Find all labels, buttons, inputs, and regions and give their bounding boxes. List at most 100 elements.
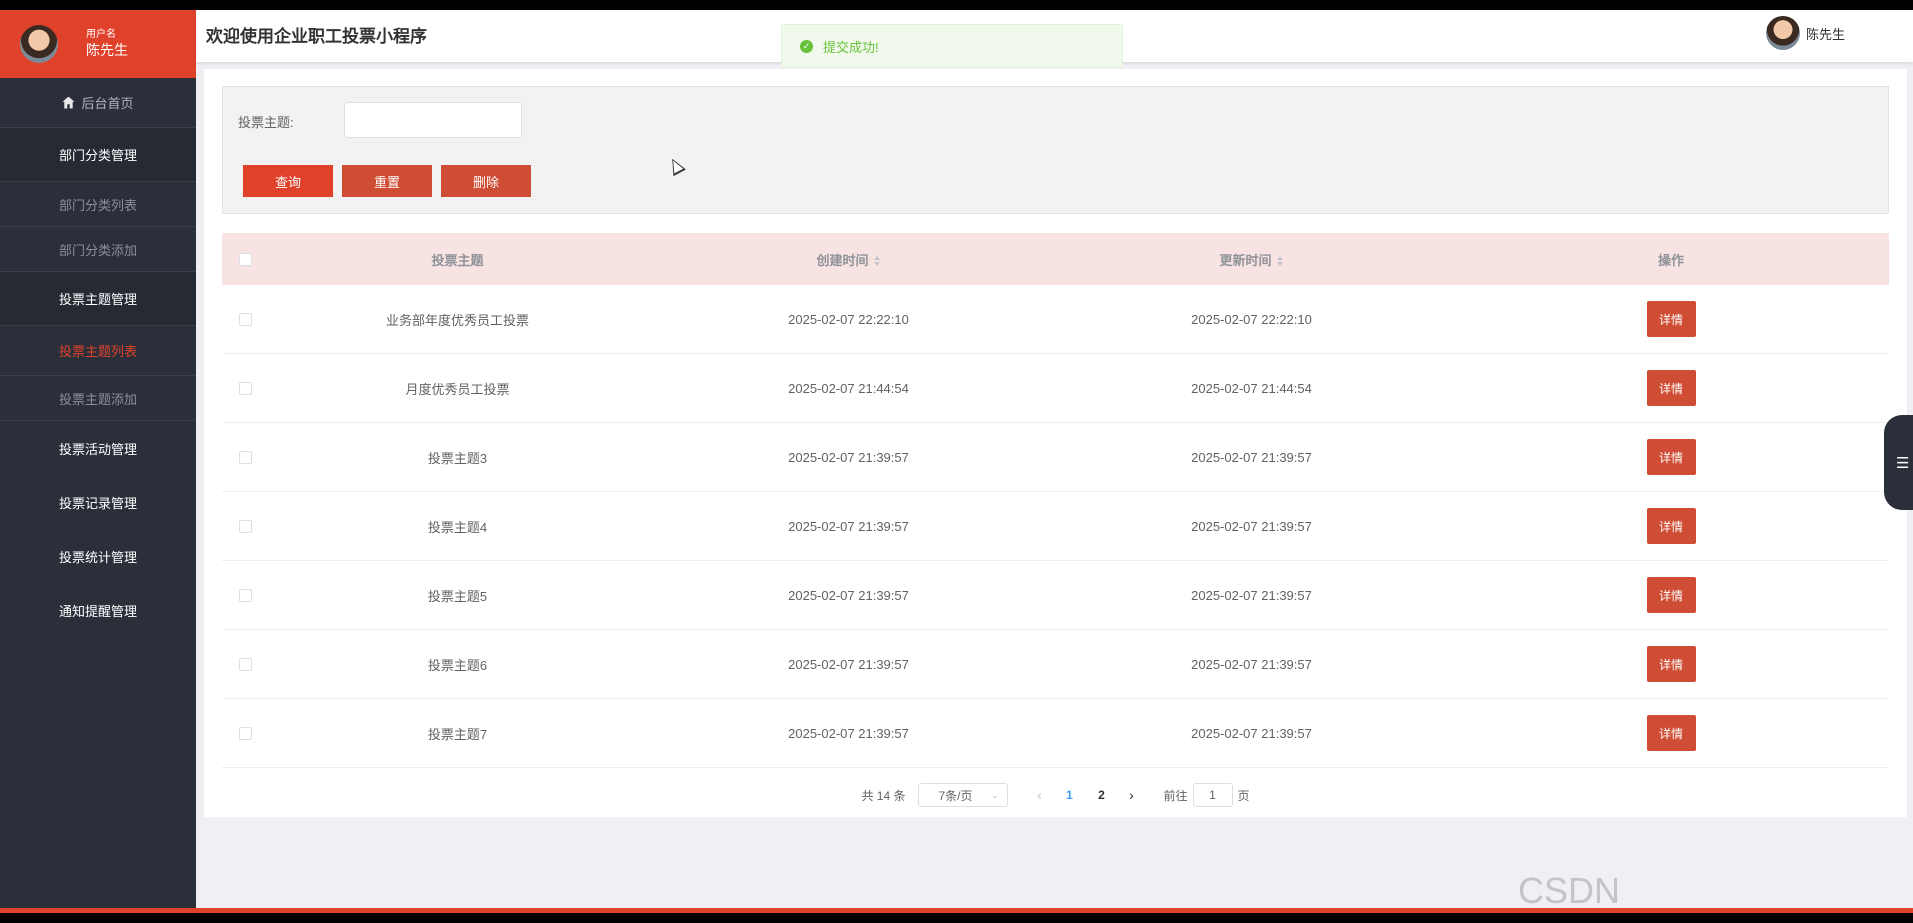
sidebar-item-vote-topic-mgmt[interactable]: 投票主题管理 — [0, 272, 196, 326]
sidebar-item-dept-category-list[interactable]: 部门分类列表 — [0, 182, 196, 227]
detail-button[interactable]: 详情 — [1646, 301, 1696, 337]
cell-created: 2025-02-07 21:39:57 — [788, 587, 909, 603]
cell-action: 详情 — [1453, 508, 1889, 544]
cell-action: 详情 — [1453, 577, 1889, 613]
goto-prefix: 前往 — [1163, 788, 1188, 803]
detail-button[interactable]: 详情 — [1646, 715, 1696, 751]
query-button[interactable]: 查询 — [243, 165, 333, 197]
row-checkbox[interactable] — [238, 726, 252, 740]
goto-page-input[interactable]: 1 — [1192, 783, 1233, 807]
sidebar: 用户名 陈先生 后台首页 部门分类管理 部门分类列表 部门分类添加 投票主题管理… — [0, 10, 196, 910]
sidebar-item-dept-category-add[interactable]: 部门分类添加 — [0, 227, 196, 272]
table-row: 业务部年度优秀员工投票 2025-02-07 22:22:10 2025-02-07… — [222, 285, 1889, 354]
page-number-2[interactable]: 2 — [1086, 788, 1118, 802]
main-content: 投票主题: 查询 重置 删除 投票主题 创建时间 更新时间 操作 业务部年度优秀… — [204, 69, 1907, 817]
cell-updated: 2025-02-07 21:44:54 — [1191, 380, 1312, 396]
detail-button[interactable]: 详情 — [1646, 439, 1696, 475]
row-check-cell — [222, 519, 268, 533]
detail-button[interactable]: 详情 — [1646, 577, 1696, 613]
sidebar-item-label: 通知提醒管理 — [58, 603, 137, 619]
column-header-label: 更新时间 — [1219, 252, 1272, 268]
cell-topic: 投票主题3 — [427, 450, 488, 466]
row-checkbox[interactable] — [238, 588, 252, 602]
success-toast: ✓ 提交成功! — [781, 24, 1123, 68]
cell-topic: 业务部年度优秀员工投票 — [385, 312, 529, 328]
sidebar-item-vote-activity-mgmt[interactable]: 投票活动管理 — [0, 421, 196, 475]
cell-updated: 2025-02-07 21:39:57 — [1191, 587, 1312, 603]
cell-created: 2025-02-07 21:39:57 — [788, 725, 909, 741]
page-size-select[interactable]: 7条/页 ⌄ — [917, 783, 1008, 807]
row-check-cell — [222, 450, 268, 464]
sidebar-item-vote-topic-list[interactable]: 投票主题列表 — [0, 326, 196, 376]
select-all-checkbox[interactable] — [238, 252, 252, 266]
detail-button[interactable]: 详情 — [1646, 646, 1696, 682]
avatar[interactable] — [1765, 16, 1800, 50]
sidebar-item-label: 投票记录管理 — [58, 495, 137, 511]
home-icon — [62, 96, 75, 109]
sidebar-item-dept-category-mgmt[interactable]: 部门分类管理 — [0, 128, 196, 182]
table-header: 投票主题 创建时间 更新时间 操作 — [222, 233, 1889, 285]
sidebar-item-label: 投票活动管理 — [58, 441, 137, 457]
user-name: 陈先生 — [86, 42, 128, 58]
cell-created: 2025-02-07 21:39:57 — [788, 656, 909, 672]
vote-topic-table: 投票主题 创建时间 更新时间 操作 业务部年度优秀员工投票 2025-02-07 … — [222, 233, 1889, 768]
side-panel-toggle[interactable]: ☰ — [1884, 415, 1913, 510]
search-panel: 投票主题: 查询 重置 删除 — [222, 86, 1889, 214]
app-screen: 用户名 陈先生 后台首页 部门分类管理 部门分类列表 部门分类添加 投票主题管理… — [0, 10, 1913, 910]
pagination: 共 14 条 7条/页 ⌄ ‹ 1 2 › 前往 1 页 — [204, 782, 1907, 808]
row-checkbox[interactable] — [238, 450, 252, 464]
row-check-cell — [222, 381, 268, 395]
page-size-value: 7条/页 — [938, 788, 973, 803]
sidebar-item-label: 投票统计管理 — [58, 549, 137, 565]
bottom-border — [0, 913, 1913, 923]
row-checkbox[interactable] — [238, 519, 252, 533]
column-header-created[interactable]: 创建时间 — [647, 250, 1050, 269]
column-header-updated[interactable]: 更新时间 — [1050, 250, 1453, 269]
cell-created: 2025-02-07 21:39:57 — [788, 518, 909, 534]
list-icon: ☰ — [1896, 454, 1910, 472]
avatar[interactable] — [20, 25, 58, 63]
delete-button[interactable]: 删除 — [441, 165, 531, 197]
prev-page-icon[interactable]: ‹ — [1026, 787, 1054, 803]
header-user-name: 陈先生 — [1805, 26, 1845, 42]
column-header-action: 操作 — [1657, 252, 1684, 268]
cell-action: 详情 — [1453, 439, 1889, 475]
row-checkbox[interactable] — [238, 657, 252, 671]
sidebar-item-vote-record-mgmt[interactable]: 投票记录管理 — [0, 475, 196, 529]
sidebar-item-label: 后台首页 — [81, 96, 134, 111]
cell-topic: 投票主题5 — [427, 588, 488, 604]
cell-updated: 2025-02-07 21:39:57 — [1191, 449, 1312, 465]
table-row: 投票主题3 2025-02-07 21:39:57 2025-02-07 21:39… — [222, 423, 1889, 492]
cell-updated: 2025-02-07 21:39:57 — [1191, 518, 1312, 534]
column-header-label: 创建时间 — [816, 252, 869, 268]
table-row: 投票主题6 2025-02-07 21:39:57 2025-02-07 21:39… — [222, 630, 1889, 699]
sidebar-item-vote-topic-add[interactable]: 投票主题添加 — [0, 376, 196, 421]
cell-topic: 投票主题7 — [427, 726, 488, 742]
detail-button[interactable]: 详情 — [1646, 370, 1696, 406]
cell-created: 2025-02-07 22:22:10 — [788, 311, 909, 327]
sidebar-item-label: 投票主题添加 — [58, 391, 137, 407]
sidebar-item-vote-stats-mgmt[interactable]: 投票统计管理 — [0, 529, 196, 583]
cell-topic: 投票主题6 — [427, 657, 488, 673]
detail-button[interactable]: 详情 — [1646, 508, 1696, 544]
row-checkbox[interactable] — [238, 312, 252, 326]
sort-icon[interactable] — [873, 256, 881, 267]
sidebar-item-label: 部门分类添加 — [58, 242, 137, 258]
header-user-menu[interactable]: 陈先生 — [1765, 16, 1845, 50]
vote-topic-search-input[interactable] — [344, 102, 522, 138]
user-meta: 用户名 陈先生 — [86, 29, 128, 59]
sidebar-item-home[interactable]: 后台首页 — [0, 78, 196, 128]
sort-icon[interactable] — [1276, 256, 1284, 267]
page-number-1[interactable]: 1 — [1054, 788, 1086, 802]
cell-updated: 2025-02-07 21:39:57 — [1191, 656, 1312, 672]
row-checkbox[interactable] — [238, 381, 252, 395]
sidebar-item-label: 部门分类列表 — [58, 197, 137, 213]
next-page-icon[interactable]: › — [1118, 787, 1146, 803]
sidebar-item-notification-mgmt[interactable]: 通知提醒管理 — [0, 583, 196, 637]
sidebar-user-box: 用户名 陈先生 — [0, 10, 196, 78]
row-check-cell — [222, 726, 268, 740]
table-body: 业务部年度优秀员工投票 2025-02-07 22:22:10 2025-02-07… — [222, 285, 1889, 768]
watermark: CSDN @vx_CXKF10088 — [1518, 870, 1621, 910]
row-check-cell — [222, 588, 268, 602]
reset-button[interactable]: 重置 — [342, 165, 432, 197]
